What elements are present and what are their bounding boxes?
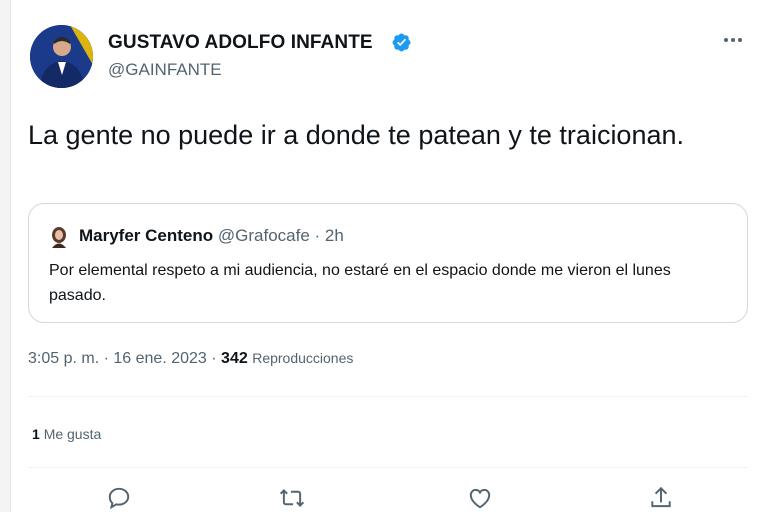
reply-icon[interactable] xyxy=(106,485,132,511)
tweet-time[interactable]: 3:05 p. m. xyxy=(28,350,99,367)
likes-count: 1 xyxy=(32,426,40,442)
meta-separator: · xyxy=(103,350,109,367)
quoted-text: Por elemental respeto a mi audiencia, no… xyxy=(49,262,671,304)
views-label: Reproducciones xyxy=(252,350,354,366)
more-options-icon[interactable] xyxy=(718,30,748,50)
author-name[interactable]: GUSTAVO ADOLFO INFANTE xyxy=(108,32,373,54)
quoted-tweet[interactable]: Maryfer Centeno @Grafocafe · 2h Por elem… xyxy=(28,203,748,323)
meta-separator: · xyxy=(211,350,217,367)
likes-label: Me gusta xyxy=(43,426,102,442)
quoted-author-name[interactable]: Maryfer Centeno xyxy=(79,226,213,245)
tweet-date[interactable]: 16 ene. 2023 xyxy=(113,350,206,367)
author-handle[interactable]: @GAINFANTE xyxy=(108,60,222,80)
quoted-header: Maryfer Centeno @Grafocafe · 2h xyxy=(79,226,344,246)
tweet-text: La gente no puede ir a donde te patean y… xyxy=(28,120,685,150)
divider xyxy=(28,396,748,397)
window-edge xyxy=(0,0,11,512)
quoted-author-handle[interactable]: @Grafocafe xyxy=(218,226,310,245)
retweet-icon[interactable] xyxy=(279,485,305,511)
verified-badge-icon xyxy=(391,32,412,53)
likes-stat[interactable]: 1 Me gusta xyxy=(32,426,101,442)
author-avatar[interactable] xyxy=(30,25,93,88)
quoted-timestamp[interactable]: 2h xyxy=(325,226,344,245)
share-icon[interactable] xyxy=(648,485,674,511)
divider xyxy=(28,467,748,468)
like-icon[interactable] xyxy=(467,485,493,511)
quoted-separator: · xyxy=(314,226,321,245)
tweet-meta: 3:05 p. m. · 16 ene. 2023 · 342 Reproduc… xyxy=(28,350,353,368)
quoted-author-avatar[interactable] xyxy=(50,226,68,248)
views-count: 342 xyxy=(221,350,248,367)
